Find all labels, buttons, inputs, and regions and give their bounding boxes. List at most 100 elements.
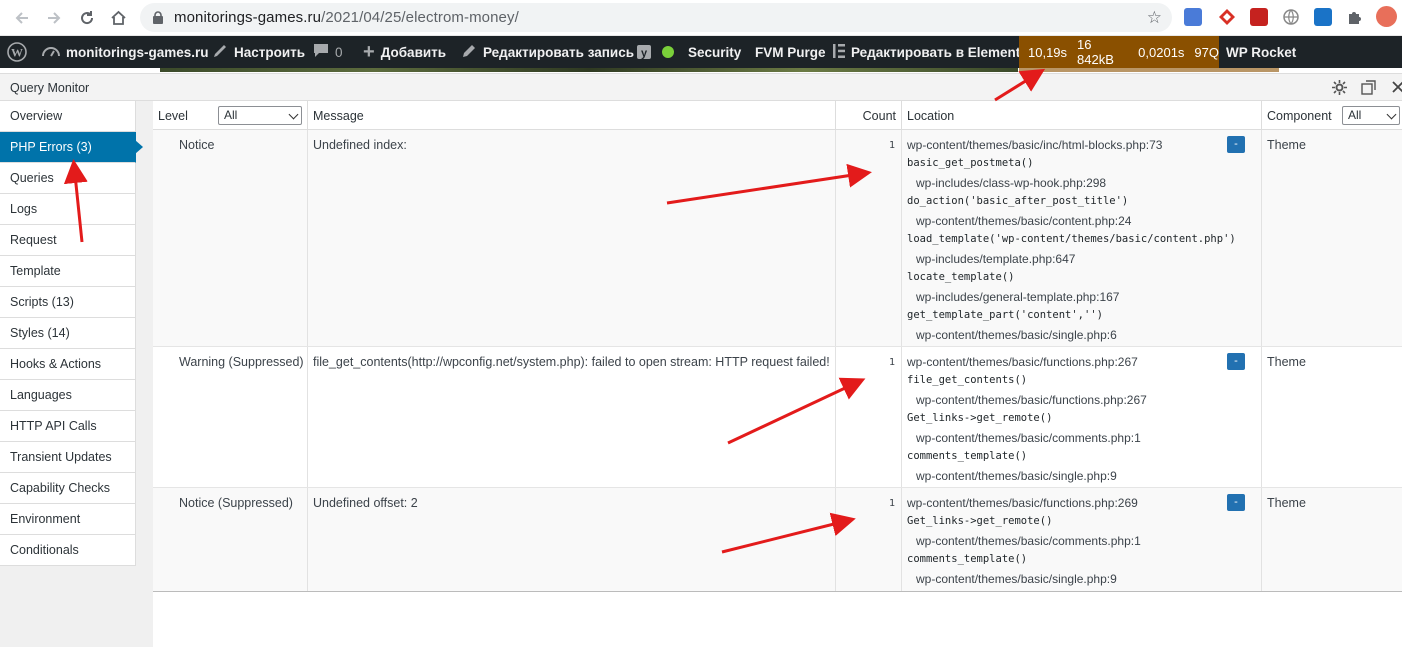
nav-php-errors[interactable]: PHP Errors (3) xyxy=(0,132,143,163)
close-icon[interactable] xyxy=(1390,79,1402,95)
site-name-menu[interactable]: monitorings-games.ru xyxy=(42,36,209,68)
stack-function: do_action('basic_after_post_title') xyxy=(907,195,1129,207)
add-new-label: Добавить xyxy=(380,44,447,60)
location-header-label: Location xyxy=(907,108,955,123)
stack-file[interactable]: wp-content/themes/basic/comments.php:1 xyxy=(916,431,1141,445)
nav-styles[interactable]: Styles (14) xyxy=(0,318,136,349)
nav-conditionals[interactable]: Conditionals xyxy=(0,535,136,566)
message-column-header: Message xyxy=(308,101,836,130)
edit-post-menu[interactable]: Редактировать запись xyxy=(462,36,634,68)
forward-arrow-icon[interactable] xyxy=(42,6,66,30)
location-cell: wp-content/themes/basic/functions.php:26… xyxy=(902,347,1262,487)
stack-file[interactable]: wp-content/themes/basic/single.php:9 xyxy=(916,469,1117,483)
back-arrow-icon[interactable] xyxy=(10,6,34,30)
stack-file[interactable]: wp-includes/template.php:647 xyxy=(916,252,1075,266)
fvm-purge-menu[interactable]: FVM Purge xyxy=(755,36,826,68)
stack-function: comments_template() xyxy=(907,553,1028,565)
nav-languages[interactable]: Languages xyxy=(0,380,136,411)
nav-overview[interactable]: Overview xyxy=(0,101,136,132)
level-cell: Warning (Suppressed) xyxy=(153,347,308,487)
edit-elementor-label: Редактировать в Elementor xyxy=(851,44,1034,60)
url-domain: monitorings-games.ru xyxy=(174,9,322,26)
stack-file[interactable]: wp-content/themes/basic/content.php:24 xyxy=(916,214,1131,228)
count-column-header[interactable]: Count xyxy=(836,101,902,130)
gear-icon[interactable] xyxy=(1331,79,1347,95)
nav-environment[interactable]: Environment xyxy=(0,504,136,535)
component-filter-select[interactable]: All xyxy=(1342,106,1400,125)
stack-file[interactable]: wp-includes/class-wp-hook.php:298 xyxy=(916,176,1106,190)
stack-file[interactable]: wp-content/themes/basic/comments.php:1 xyxy=(916,534,1141,548)
collapse-trace-button[interactable]: - xyxy=(1227,494,1245,511)
error-level: Warning (Suppressed) xyxy=(179,355,304,369)
table-header: Level All Message Count Location Compone… xyxy=(153,101,1402,130)
level-header-label: Level xyxy=(158,108,188,123)
component-column-header: Component All xyxy=(1262,101,1402,130)
video-extension-icon[interactable] xyxy=(1250,8,1268,26)
count-cell: 1 xyxy=(836,130,902,346)
reload-icon[interactable] xyxy=(75,6,99,30)
component-cell: Theme xyxy=(1262,347,1402,487)
svg-text:W: W xyxy=(11,46,23,60)
home-icon[interactable] xyxy=(106,6,130,30)
stack-file[interactable]: wp-content/themes/basic/functions.php:26… xyxy=(907,496,1138,510)
stack-file[interactable]: wp-content/themes/basic/inc/html-blocks.… xyxy=(907,138,1162,152)
stack-file[interactable]: wp-includes/general-template.php:167 xyxy=(916,290,1119,304)
translate-extension-icon[interactable] xyxy=(1184,8,1202,26)
customize-menu[interactable]: Настроить xyxy=(212,36,305,68)
stack-file[interactable]: wp-content/themes/basic/single.php:9 xyxy=(916,572,1117,586)
level-filter-select[interactable]: All xyxy=(218,106,302,125)
security-menu[interactable]: Security xyxy=(688,36,741,68)
nav-logs[interactable]: Logs xyxy=(0,194,136,225)
qm-query-time: 0,0201s xyxy=(1138,44,1185,60)
comment-bubble-icon xyxy=(313,43,329,61)
stack-function: get_template_part('content','') xyxy=(907,309,1103,321)
nav-transient-updates[interactable]: Transient Updates xyxy=(0,442,136,473)
address-bar[interactable]: monitorings-games.ru/2021/04/25/electrom… xyxy=(140,3,1172,32)
component-cell: Theme xyxy=(1262,488,1402,591)
nav-hooks-actions[interactable]: Hooks & Actions xyxy=(0,349,136,380)
nav-scripts[interactable]: Scripts (13) xyxy=(0,287,136,318)
query-monitor-menu[interactable]: 10,19s 16 842kB 0,0201s 97Q xyxy=(1019,36,1219,68)
nav-queries[interactable]: Queries xyxy=(0,163,136,194)
table-row: Warning (Suppressed) file_get_contents(h… xyxy=(153,347,1402,488)
level-filter-value: All xyxy=(224,108,238,122)
bookmark-star-icon[interactable]: ☆ xyxy=(1147,8,1162,28)
nav-template[interactable]: Template xyxy=(0,256,136,287)
stack-file[interactable]: wp-content/themes/basic/single.php:6 xyxy=(916,328,1117,342)
elementor-icon xyxy=(833,43,845,61)
pop-out-window-icon[interactable] xyxy=(1360,79,1376,95)
plus-icon: + xyxy=(363,40,375,63)
nav-http-api-calls[interactable]: HTTP API Calls xyxy=(0,411,136,442)
red-diamond-extension-icon[interactable] xyxy=(1218,8,1236,26)
yoast-seo-icon[interactable]: y xyxy=(636,36,652,68)
stack-file[interactable]: wp-content/themes/basic/functions.php:26… xyxy=(907,355,1138,369)
puzzle-extensions-icon[interactable] xyxy=(1346,8,1364,26)
stack-file[interactable]: wp-content/themes/basic/functions.php:26… xyxy=(916,393,1147,407)
collapse-trace-button[interactable]: - xyxy=(1227,136,1245,153)
stack-function: file_get_contents() xyxy=(907,374,1028,386)
wp-rocket-menu[interactable]: WP Rocket xyxy=(1226,36,1296,68)
profile-avatar[interactable] xyxy=(1376,6,1397,27)
component-cell: Theme xyxy=(1262,130,1402,346)
error-message: Undefined offset: 2 xyxy=(313,496,418,510)
qm-panel-nav: Overview PHP Errors (3) Queries Logs Req… xyxy=(0,101,143,566)
stack-function: locate_template() xyxy=(907,271,1015,283)
nav-capability-checks[interactable]: Capability Checks xyxy=(0,473,136,504)
comments-menu[interactable]: 0 xyxy=(313,36,343,68)
s-extension-icon[interactable] xyxy=(1314,8,1332,26)
error-message: file_get_contents(http://wpconfig.net/sy… xyxy=(313,355,830,369)
nav-request[interactable]: Request xyxy=(0,225,136,256)
count-header-label: Count xyxy=(862,108,896,123)
svg-text:y: y xyxy=(641,48,648,60)
location-cell: wp-content/themes/basic/inc/html-blocks.… xyxy=(902,130,1262,346)
collapse-trace-button[interactable]: - xyxy=(1227,353,1245,370)
error-message: Undefined index: xyxy=(313,138,407,152)
wordpress-logo-icon[interactable]: W xyxy=(7,36,27,68)
wp-rocket-label: WP Rocket xyxy=(1226,44,1297,60)
qm-page-time: 10,19s xyxy=(1028,44,1068,60)
stack-function: comments_template() xyxy=(907,450,1028,462)
globe-extension-icon[interactable] xyxy=(1282,8,1300,26)
count-cell: 1 xyxy=(836,488,902,591)
edit-elementor-menu[interactable]: Редактировать в Elementor xyxy=(833,36,1034,68)
add-new-menu[interactable]: + Добавить xyxy=(363,36,446,68)
